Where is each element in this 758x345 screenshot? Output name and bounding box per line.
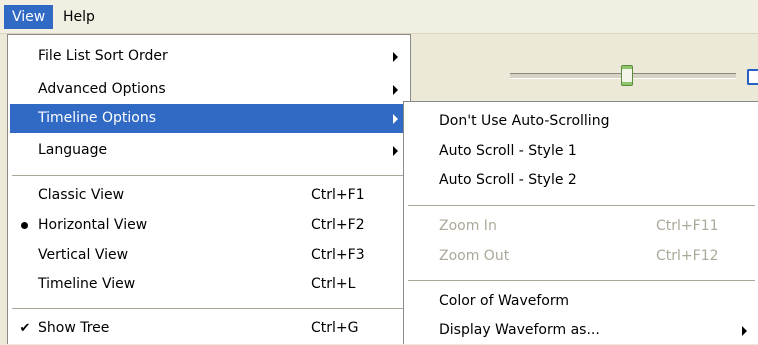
menu-item-label: Zoom In — [439, 218, 497, 234]
menu-item-no-auto-scroll[interactable]: Don't Use Auto-Scrolling — [406, 107, 757, 136]
menu-item-file-list-sort-order[interactable]: File List Sort Order — [10, 42, 408, 71]
menu-item-label: Timeline View — [38, 276, 136, 292]
menu-item-label: Color of Waveform — [439, 293, 570, 309]
menu-item-label: Classic View — [38, 187, 125, 203]
menu-item-vertical-view[interactable]: Vertical View Ctrl+F3 — [10, 241, 408, 270]
menu-item-label: Show Tree — [38, 320, 110, 336]
menu-item-timeline-view[interactable]: Timeline View Ctrl+L — [10, 270, 408, 299]
menu-bar: View Help — [0, 0, 758, 34]
menu-item-label: Don't Use Auto-Scrolling — [439, 113, 610, 129]
menu-item-label: Display Waveform as... — [439, 322, 600, 338]
menu-item-shortcut: Ctrl+F1 — [311, 187, 365, 203]
submenu-arrow-icon — [393, 146, 398, 156]
menu-item-auto-scroll-style-1[interactable]: Auto Scroll - Style 1 — [406, 137, 757, 166]
submenu-arrow-icon — [393, 85, 398, 95]
menu-item-label: Advanced Options — [38, 81, 166, 97]
menu-item-shortcut: Ctrl+F3 — [311, 247, 365, 263]
menu-item-auto-scroll-style-2[interactable]: Auto Scroll - Style 2 — [406, 166, 757, 195]
menu-item-label: File List Sort Order — [38, 48, 168, 64]
toolbar-window-icon[interactable] — [747, 69, 758, 85]
menu-item-label: Vertical View — [38, 247, 129, 263]
menu-separator — [408, 280, 755, 281]
submenu-arrow-icon — [393, 52, 398, 62]
menu-help[interactable]: Help — [55, 5, 103, 29]
zoom-slider-thumb[interactable] — [621, 65, 633, 86]
submenu-arrow-icon — [742, 326, 747, 336]
menu-item-label: Horizontal View — [38, 217, 148, 233]
view-menu: File List Sort Order Advanced Options Ti… — [7, 34, 411, 344]
menu-item-horizontal-view[interactable]: Horizontal View Ctrl+F2 — [10, 211, 408, 240]
menu-item-label: Timeline Options — [38, 110, 156, 126]
menu-item-language[interactable]: Language — [10, 136, 408, 165]
menu-item-advanced-options[interactable]: Advanced Options — [10, 75, 408, 104]
menu-item-shortcut: Ctrl+L — [311, 276, 356, 292]
checkmark-icon: ✔ — [19, 321, 31, 336]
menu-item-classic-view[interactable]: Classic View Ctrl+F1 — [10, 181, 408, 210]
menu-separator — [12, 175, 406, 176]
submenu-arrow-icon — [393, 114, 398, 124]
menu-item-zoom-in[interactable]: Zoom In Ctrl+F11 — [406, 212, 757, 241]
menu-item-color-of-waveform[interactable]: Color of Waveform — [406, 287, 757, 316]
menu-item-label: Zoom Out — [439, 248, 510, 264]
menu-item-label: Language — [38, 142, 108, 158]
menu-item-label: Auto Scroll - Style 2 — [439, 172, 577, 188]
menu-item-shortcut: Ctrl+F12 — [656, 248, 719, 264]
radio-bullet-icon — [21, 222, 28, 229]
menu-item-zoom-out[interactable]: Zoom Out Ctrl+F12 — [406, 242, 757, 271]
menu-item-label: Auto Scroll - Style 1 — [439, 143, 577, 159]
menu-item-display-waveform-as[interactable]: Display Waveform as... — [406, 316, 757, 345]
menu-item-shortcut: Ctrl+F2 — [311, 217, 365, 233]
menu-item-timeline-options[interactable]: Timeline Options — [10, 104, 408, 133]
menu-item-shortcut: Ctrl+G — [311, 320, 359, 336]
menu-item-show-tree[interactable]: ✔ Show Tree Ctrl+G — [10, 314, 408, 343]
menu-view[interactable]: View — [4, 5, 54, 29]
menu-separator — [408, 205, 755, 206]
menu-item-shortcut: Ctrl+F11 — [656, 218, 719, 234]
timeline-options-submenu: Don't Use Auto-Scrolling Auto Scroll - S… — [403, 101, 758, 344]
menu-separator — [12, 308, 406, 309]
